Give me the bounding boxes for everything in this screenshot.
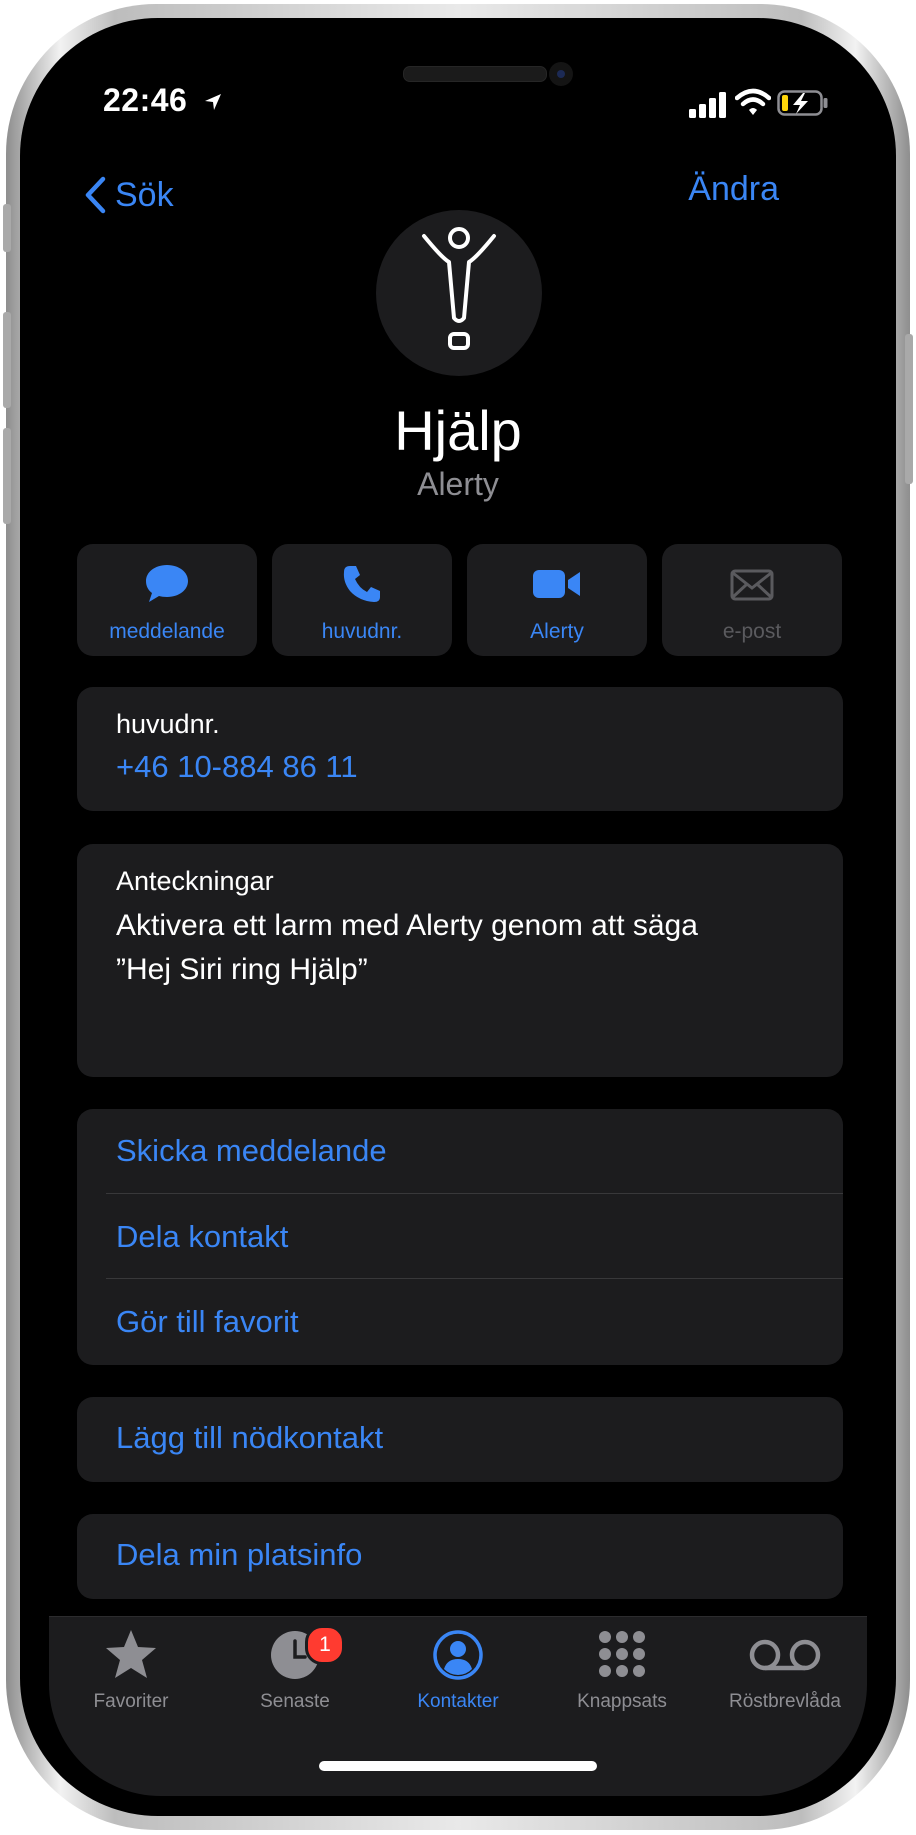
earpiece-speaker — [403, 66, 547, 82]
call-action-button[interactable]: huvudnr. — [272, 544, 452, 656]
share-location-option[interactable]: Dela min platsinfo — [116, 1537, 362, 1573]
back-label: Sök — [115, 175, 174, 214]
location-arrow-icon — [204, 94, 221, 110]
phone-number-link[interactable]: +46 10-884 86 11 — [116, 749, 358, 785]
voicemail-icon — [749, 1639, 821, 1671]
front-camera — [549, 62, 573, 86]
separator — [106, 1193, 843, 1194]
tab-voicemail[interactable]: Röstbrevlåda — [703, 1617, 867, 1727]
time-text: 22:46 — [103, 82, 188, 118]
battery-charging-icon — [777, 90, 828, 116]
contacts-icon — [433, 1630, 483, 1680]
tab-recents-label: Senaste — [260, 1691, 330, 1712]
tab-keypad[interactable]: Knappsats — [540, 1617, 704, 1727]
keypad-icon — [599, 1631, 645, 1677]
share-contact-option[interactable]: Dela kontakt — [116, 1219, 288, 1255]
message-icon — [146, 565, 188, 602]
alerty-logo-icon — [422, 227, 496, 350]
notes-label: Anteckningar — [116, 866, 274, 896]
back-button[interactable]: Sök — [83, 166, 174, 224]
mute-switch — [3, 204, 11, 252]
phone-type-label: huvudnr. — [116, 709, 220, 739]
status-bar-time: 22:46 — [103, 82, 223, 119]
video-action-label: Alerty — [530, 620, 584, 643]
tab-favorites-label: Favoriter — [93, 1691, 169, 1712]
options-card: Skicka meddelande Dela kontakt Gör till … — [77, 1109, 843, 1365]
contact-avatar — [376, 210, 542, 376]
add-favorite-option[interactable]: Gör till favorit — [116, 1304, 299, 1340]
tab-contacts[interactable]: Kontakter — [376, 1617, 540, 1727]
call-action-label: huvudnr. — [321, 620, 403, 643]
share-location-card: Dela min platsinfo — [77, 1514, 843, 1599]
send-message-option[interactable]: Skicka meddelande — [116, 1133, 387, 1169]
cellular-signal-icon — [689, 92, 726, 118]
star-icon — [106, 1630, 156, 1678]
tab-recents[interactable]: 1 Senaste — [213, 1617, 377, 1727]
add-emergency-contact-option[interactable]: Lägg till nödkontakt — [116, 1420, 383, 1456]
contact-name: Hjälp — [394, 399, 522, 462]
tab-contacts-label: Kontakter — [417, 1691, 499, 1712]
volume-down-button — [3, 428, 11, 524]
separator — [106, 1278, 843, 1279]
phone-icon — [343, 566, 380, 602]
recents-badge: 1 — [305, 1625, 345, 1665]
emergency-contact-card: Lägg till nödkontakt — [77, 1397, 843, 1482]
home-indicator[interactable] — [319, 1761, 597, 1771]
notes-line-2: ”Hej Siri ring Hjälp” — [116, 953, 368, 986]
wifi-icon — [735, 88, 771, 115]
message-action-label: meddelande — [109, 620, 225, 643]
tab-keypad-label: Knappsats — [577, 1691, 667, 1712]
contact-company: Alerty — [417, 466, 499, 502]
mail-icon — [730, 569, 774, 601]
message-action-button[interactable]: meddelande — [77, 544, 257, 656]
chevron-left-icon — [85, 176, 106, 214]
tab-favorites[interactable]: Favoriter — [49, 1617, 213, 1727]
video-icon — [533, 570, 580, 598]
mail-action-label: e-post — [722, 620, 782, 643]
notes-line-1: Aktivera ett larm med Alerty genom att s… — [116, 909, 698, 942]
volume-up-button — [3, 312, 11, 408]
tab-bar: Favoriter 1 Senaste Kontakter Knappsats … — [49, 1616, 867, 1796]
notes-card[interactable]: Anteckningar Aktivera ett larm med Alert… — [77, 844, 843, 1077]
mail-action-button[interactable]: e-post — [662, 544, 842, 656]
video-action-button[interactable]: Alerty — [467, 544, 647, 656]
phone-number-card[interactable]: huvudnr. +46 10-884 86 11 — [77, 687, 843, 811]
tab-voicemail-label: Röstbrevlåda — [729, 1691, 841, 1712]
edit-button[interactable]: Ändra — [688, 170, 779, 209]
side-button — [905, 334, 913, 484]
screen: 22:46 Sök Ändra Hjälp Alerty meddelande … — [49, 40, 867, 1796]
